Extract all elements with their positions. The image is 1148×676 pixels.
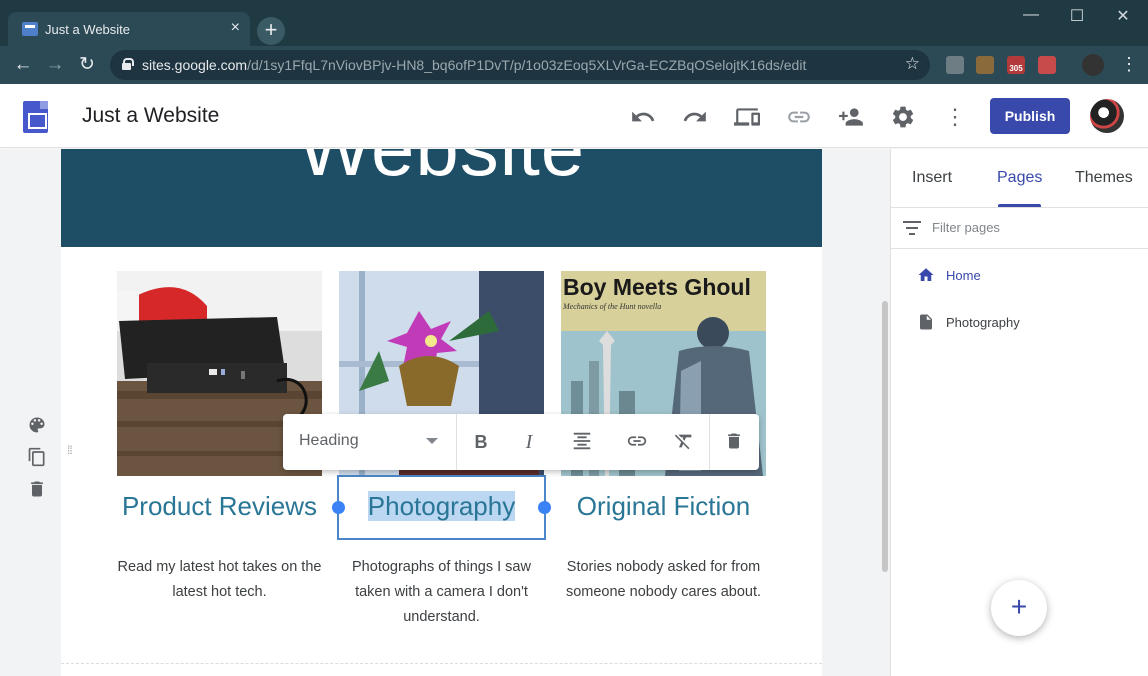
profile-avatar[interactable] <box>1082 54 1104 76</box>
tab-themes[interactable]: Themes <box>1075 169 1133 187</box>
extension-feather-icon[interactable] <box>946 56 964 74</box>
sites-header: Just a Website ⋮ Publish <box>0 84 1148 148</box>
extension-cast-icon[interactable] <box>1038 56 1056 74</box>
cover-title: Boy Meets Ghoul <box>563 274 751 300</box>
url-path: /d/1sy1FfqL7nViovBPjv-HN8_bq6ofP1DvT/p/1… <box>247 57 807 73</box>
forward-icon[interactable]: → <box>44 54 66 76</box>
resize-handle-right[interactable] <box>538 501 551 514</box>
maximize-icon[interactable]: ☐ <box>1066 6 1088 26</box>
tab-close-icon[interactable]: × <box>231 19 240 37</box>
italic-icon[interactable]: I <box>516 430 542 454</box>
tab-title: Just a Website <box>45 22 131 37</box>
align-center-icon[interactable] <box>569 430 595 454</box>
minimize-icon[interactable]: — <box>1020 6 1042 24</box>
browser-tab-bar: Just a Website × + — ☐ ✕ <box>0 0 1148 46</box>
card-title[interactable]: Original Fiction <box>561 491 766 522</box>
close-window-icon[interactable]: ✕ <box>1112 6 1134 26</box>
filter-icon[interactable] <box>903 221 921 235</box>
page-document-icon <box>917 313 935 331</box>
url-text: sites.google.com/d/1sy1FfqL7nViovBPjv-HN… <box>142 57 806 73</box>
new-tab-button[interactable]: + <box>257 17 285 45</box>
preview-devices-icon[interactable] <box>734 104 760 130</box>
card-description[interactable]: Read my latest hot takes on the latest h… <box>117 555 322 605</box>
browser-toolbar: ← → ↻ sites.google.com/d/1sy1FfqL7nViovB… <box>0 46 1148 84</box>
resize-handle-left[interactable] <box>332 501 345 514</box>
paragraph-style-dropdown[interactable]: Heading <box>299 432 359 450</box>
header-banner[interactable]: Website <box>61 149 822 247</box>
page-item-label: Photography <box>946 315 1020 330</box>
browser-tab[interactable]: Just a Website × <box>8 12 250 46</box>
text-box-selection[interactable] <box>337 475 546 540</box>
panel-divider <box>891 207 1148 208</box>
text-format-toolbar: Heading B I <box>283 414 759 470</box>
lock-icon <box>122 58 134 70</box>
palette-icon[interactable] <box>27 415 47 435</box>
browser-menu-icon[interactable]: ⋮ <box>1120 54 1138 74</box>
sites-favicon-icon <box>22 22 38 36</box>
user-avatar[interactable] <box>1090 99 1124 133</box>
delete-icon[interactable] <box>721 430 747 454</box>
delete-section-icon[interactable] <box>27 479 47 499</box>
settings-gear-icon[interactable] <box>890 104 916 130</box>
page-item-label: Home <box>946 268 981 283</box>
more-options-icon[interactable]: ⋮ <box>942 104 968 130</box>
card-description[interactable]: Photographs of things I saw taken with a… <box>339 555 544 630</box>
google-sites-logo[interactable] <box>23 101 48 133</box>
drag-handle-icon[interactable]: ⁞⁞ <box>67 444 75 465</box>
insert-link-icon[interactable] <box>624 430 650 454</box>
duplicate-icon[interactable] <box>27 447 47 467</box>
section-boundary <box>61 663 822 664</box>
canvas-scrollbar[interactable] <box>882 301 888 572</box>
extension-badge-icon[interactable]: 305 <box>1007 56 1025 74</box>
back-icon[interactable]: ← <box>12 54 34 76</box>
toolbar-divider <box>456 414 457 470</box>
bold-icon[interactable]: B <box>468 430 494 454</box>
hero-title[interactable]: Website <box>61 149 822 194</box>
card-description[interactable]: Stories nobody asked for from someone no… <box>561 555 766 605</box>
card-title[interactable]: Product Reviews <box>117 491 322 522</box>
address-bar[interactable]: sites.google.com/d/1sy1FfqL7nViovBPjv-HN… <box>110 50 930 80</box>
copy-link-icon[interactable] <box>786 104 812 130</box>
share-add-person-icon[interactable] <box>838 104 864 130</box>
clear-formatting-icon[interactable] <box>671 430 697 454</box>
home-icon <box>917 266 935 284</box>
url-host: sites.google.com <box>142 57 248 73</box>
panel-divider <box>891 248 1148 249</box>
publish-button[interactable]: Publish <box>990 98 1070 134</box>
reload-icon[interactable]: ↻ <box>76 54 98 76</box>
tab-pages[interactable]: Pages <box>997 169 1042 187</box>
toolbar-divider <box>709 414 710 470</box>
bookmark-star-icon[interactable]: ☆ <box>905 54 920 74</box>
undo-icon[interactable] <box>630 104 656 130</box>
tab-insert[interactable]: Insert <box>912 169 952 187</box>
redo-icon[interactable] <box>682 104 708 130</box>
add-page-button[interactable]: + <box>991 580 1047 636</box>
cover-subtitle: Mechanics of the Hunt novella <box>562 302 661 311</box>
extension-lamp-icon[interactable] <box>976 56 994 74</box>
filter-pages-input[interactable]: Filter pages <box>932 220 1000 235</box>
dropdown-caret-icon[interactable] <box>426 438 438 444</box>
site-name[interactable]: Just a Website <box>82 104 219 128</box>
